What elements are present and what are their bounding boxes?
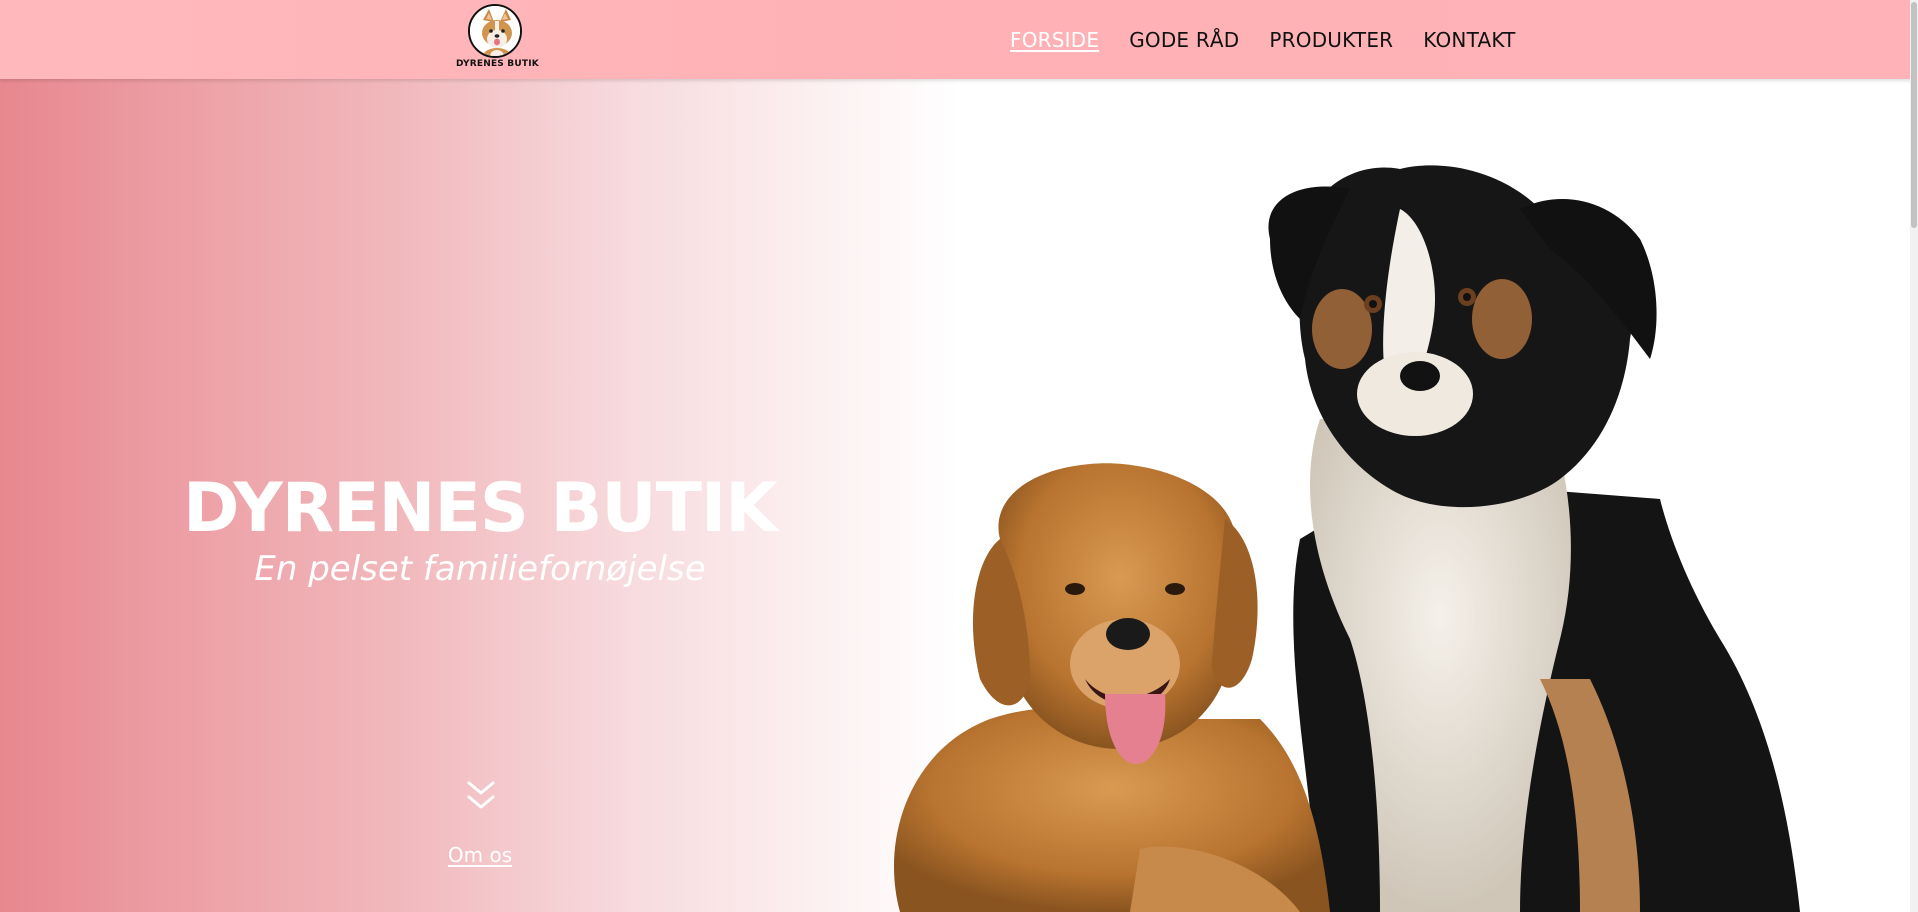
nav-item-gode-raad[interactable]: GODE RÅD: [1129, 28, 1239, 52]
main-nav: FORSIDE GODE RÅD PRODUKTER KONTAKT: [1010, 0, 1516, 79]
vertical-scrollbar[interactable]: [1910, 0, 1918, 912]
logo-text: DYRENES BUTIK: [456, 59, 539, 69]
shepherd-dog-icon: [1268, 165, 1800, 912]
nav-item-produkter[interactable]: PRODUKTER: [1269, 28, 1393, 52]
nav-item-forside[interactable]: FORSIDE: [1010, 28, 1099, 52]
golden-retriever-icon: [894, 463, 1330, 912]
hero-subtitle: En pelset familiefornøjelse: [254, 549, 706, 589]
double-chevron-down-icon[interactable]: [463, 779, 499, 813]
hero-dogs-image: [894, 165, 1800, 912]
scrollbar-thumb[interactable]: [1911, 2, 1917, 228]
logo[interactable]: DYRENES BUTIK: [456, 4, 539, 74]
corgi-logo-icon: [468, 4, 522, 58]
hero-section: DYRENES BUTIK En pelset familiefornøjels…: [0, 79, 1918, 912]
page: DYRENES BUTIK FORSIDE GODE RÅD PRODUKTER…: [0, 0, 1918, 912]
site-header: DYRENES BUTIK FORSIDE GODE RÅD PRODUKTER…: [0, 0, 1918, 79]
about-us-link[interactable]: Om os: [400, 843, 560, 867]
nav-item-kontakt[interactable]: KONTAKT: [1423, 28, 1515, 52]
hero-title: DYRENES BUTIK: [183, 469, 778, 548]
